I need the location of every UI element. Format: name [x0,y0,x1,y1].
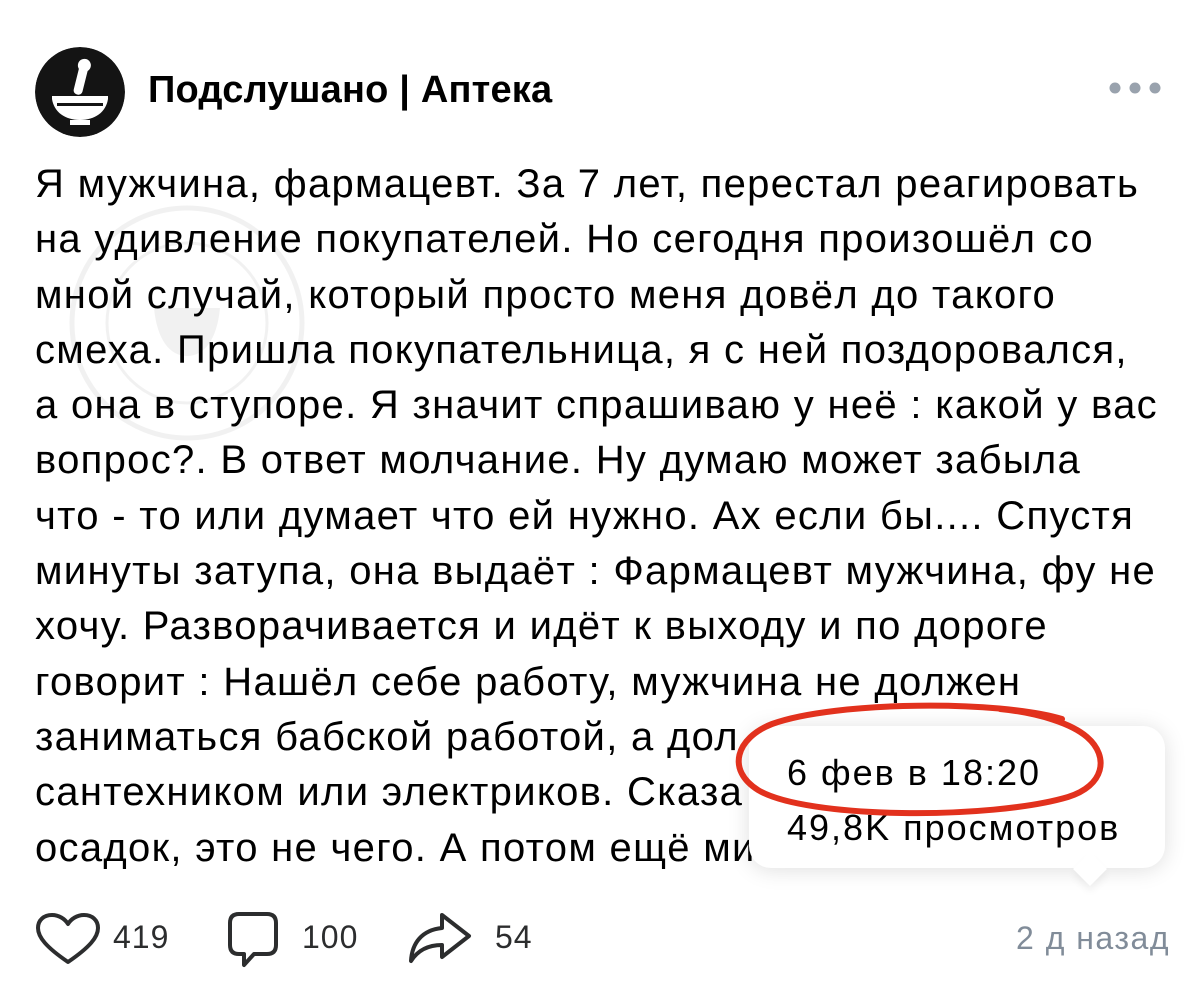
post-text-line: смеха. Пришла покупательница, я с ней по… [35,327,1128,372]
post-text-line: на удивление покупателей. Но сегодня про… [35,217,1094,262]
post-text-line: говорит : Нашёл себе работу, мужчина не … [35,659,1022,704]
share-icon [409,913,471,963]
tooltip-views: 49,8K просмотров [787,807,1121,848]
more-options-button[interactable] [1106,76,1164,100]
post-text-line: хочу. Разворачивается и идёт к выходу и … [35,604,1048,649]
pharmacy-logo-icon [35,47,125,137]
post-text-line: а она в ступоре. Я значит спрашиваю у не… [35,383,1158,428]
more-horizontal-icon [1109,82,1161,94]
post-text-line: мной случай, который просто меня довёл д… [35,272,1057,317]
post-date-tooltip: 6 фев в 18:20 49,8K просмотров [749,726,1165,868]
group-avatar[interactable] [35,47,125,137]
post-time-link[interactable]: 2 д назад [1016,918,1170,958]
post-text-line: минуты затупа, она выдаёт : Фармацевт му… [35,549,1157,594]
comment-button[interactable]: 100 [227,905,367,969]
like-button[interactable]: 419 [35,905,180,969]
post-text-line: что - то или думает что ей нужно. Ах есл… [35,493,1135,538]
comment-icon [228,912,278,967]
tooltip-date: 6 фев в 18:20 [787,752,1042,793]
post-text-line: вопрос?. В ответ молчание. Ну думаю може… [35,438,1082,483]
post-text-line: Я мужчина, фармацевт. За 7 лет, перестал… [35,162,1140,206]
group-name-link[interactable]: Подслушано | Аптека [148,68,552,112]
comment-count: 100 [302,919,359,955]
heart-icon [36,913,100,964]
like-count: 419 [113,919,170,955]
share-button[interactable]: 54 [408,905,538,969]
share-count: 54 [495,919,533,955]
